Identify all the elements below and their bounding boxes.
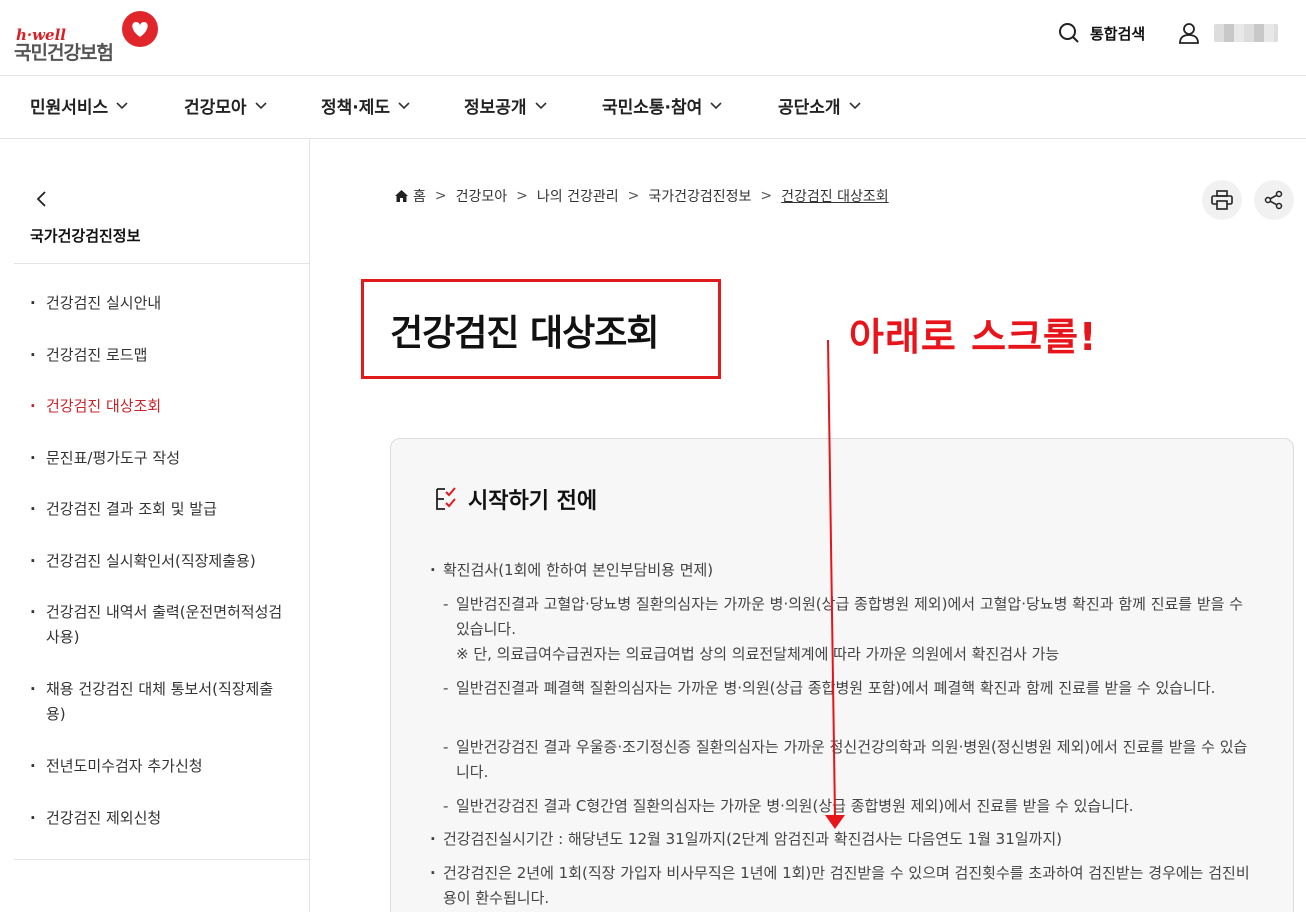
home-icon[interactable]	[394, 189, 409, 203]
side-menu-title: 국가건강검진정보	[30, 227, 141, 245]
gnb-item-health-moa[interactable]: 건강모아	[184, 93, 267, 118]
sub-bullet-hypertension: 일반검진결과 고혈압·당뇨병 질환의심자는 가까운 병·의원(상급 종합병원 제…	[443, 592, 1253, 667]
side-item-hiring-notice[interactable]: 채용 건강검진 대체 통보서(직장제출용)	[30, 677, 292, 727]
breadcrumb-current[interactable]: 건강검진 대상조회	[781, 186, 889, 206]
gnb-item-policy[interactable]: 정책·제도	[321, 93, 410, 118]
gnb-label: 건강모아	[184, 98, 247, 118]
share-button[interactable]	[1254, 180, 1294, 220]
chevron-down-icon	[398, 101, 410, 109]
gnb-label: 민원서비스	[30, 98, 109, 118]
divider	[14, 263, 309, 264]
gnb-label: 국민소통·참여	[602, 98, 703, 118]
integrated-search-button[interactable]: 통합검색	[1058, 18, 1145, 48]
card-header: 시작하기 전에	[434, 483, 597, 515]
side-item-checkup-guide[interactable]: 건강검진 실시안내	[30, 291, 292, 316]
breadcrumb-item[interactable]: 나의 건강관리	[537, 186, 619, 206]
side-item-license-print[interactable]: 건강검진 내역서 출력(운전면허적성검사용)	[30, 600, 292, 650]
chevron-right-icon: >	[627, 188, 640, 204]
chevron-down-icon	[534, 101, 547, 109]
search-icon	[1059, 23, 1079, 43]
chevron-right-icon: >	[516, 188, 528, 204]
chevron-right-icon: >	[434, 188, 447, 204]
divider	[14, 859, 309, 860]
checklist-icon	[436, 487, 456, 510]
breadcrumb: 홈 > 건강모아 > 나의 건강관리 > 국가건강검진정보 > 건강검진 대상조…	[394, 186, 889, 206]
user-icon	[1179, 23, 1199, 44]
site-header: h·well 국민건강보험 통합검색	[0, 0, 1306, 76]
sub-bullet-hepatitis: 일반건강검진 결과 C형간염 질환의심자는 가까운 병·의원(상급 종합병원 제…	[443, 794, 1253, 819]
gnb-label: 정책·제도	[321, 98, 391, 118]
sub-bullet-note: ※ 단, 의료급여수급권자는 의료급여법 상의 의료전달체계에 따라 가까운 의…	[456, 645, 1060, 663]
side-item-roadmap[interactable]: 건강검진 로드맵	[30, 343, 292, 368]
search-label: 통합검색	[1090, 24, 1146, 43]
side-item-results[interactable]: 건강검진 결과 조회 및 발급	[30, 497, 292, 522]
gnb-item-civil-service[interactable]: 민원서비스	[30, 93, 128, 118]
user-menu[interactable]	[1178, 18, 1278, 48]
chevron-down-icon	[254, 101, 267, 109]
print-button[interactable]	[1202, 180, 1242, 220]
chevron-down-icon	[116, 101, 128, 109]
breadcrumb-item[interactable]: 건강모아	[456, 186, 508, 206]
global-nav: 민원서비스 건강모아 정책·제도 정보공개 국민소통·참여 공단소개	[0, 76, 1306, 139]
page-title: 건강검진 대상조회	[390, 313, 659, 354]
bullet-frequency: 건강검진은 2년에 1회(직장 가입자 비사무직은 1년에 1회)만 검진받을 …	[430, 861, 1260, 911]
sub-bullet-text: 일반검진결과 고혈압·당뇨병 질환의심자는 가까운 병·의원(상급 종합병원 제…	[456, 595, 1244, 638]
card-title: 시작하기 전에	[468, 489, 598, 514]
gnb-label: 공단소개	[778, 98, 841, 118]
side-item-additional-request[interactable]: 전년도미수검자 추가신청	[30, 754, 292, 779]
bullet-period: 건강검진실시기간 : 해당년도 12월 31일까지(2단계 암검진과 확진검사는…	[430, 827, 1260, 852]
chevron-down-icon	[848, 101, 861, 109]
logo-name-text: 국민건강보험	[14, 42, 114, 64]
breadcrumb-item[interactable]: 국가건강검진정보	[648, 186, 751, 206]
side-item-target-lookup[interactable]: 건강검진 대상조회	[30, 394, 292, 419]
side-menu: 국가건강검진정보 건강검진 실시안내 건강검진 로드맵 건강검진 대상조회 문진…	[0, 139, 310, 912]
share-icon	[1264, 190, 1283, 210]
scroll-annotation: 아래로 스크롤!	[849, 315, 1098, 359]
side-item-questionnaire[interactable]: 문진표/평가도구 작성	[30, 446, 292, 471]
sub-bullet-depression: 일반건강검진 결과 우울증·조기정신증 질환의심자는 가까운 정신건강의학과 의…	[443, 735, 1253, 785]
heart-logo-icon	[122, 11, 158, 47]
breadcrumb-home[interactable]: 홈	[413, 186, 426, 206]
chevron-down-icon	[710, 101, 722, 109]
sub-bullet-tuberculosis: 일반검진결과 폐결핵 질환의심자는 가까운 병·의원(상급 종합병원 포함)에서…	[443, 676, 1253, 701]
gnb-label: 정보공개	[464, 98, 527, 118]
back-chevron-icon[interactable]	[32, 189, 52, 209]
gnb-item-about[interactable]: 공단소개	[778, 93, 861, 118]
side-item-confirmation[interactable]: 건강검진 실시확인서(직장제출용)	[30, 549, 292, 574]
blurred-username	[1214, 24, 1278, 42]
bullet-confirm-test: 확진검사(1회에 한하여 본인부담비용 면제)	[430, 558, 1260, 583]
chevron-right-icon: >	[760, 188, 773, 204]
site-logo[interactable]: h·well 국민건강보험	[14, 8, 164, 68]
gnb-item-info-disclosure[interactable]: 정보공개	[464, 93, 547, 118]
print-icon	[1211, 190, 1233, 210]
side-item-exclusion[interactable]: 건강검진 제외신청	[30, 806, 292, 831]
gnb-item-participation[interactable]: 국민소통·참여	[602, 93, 722, 118]
